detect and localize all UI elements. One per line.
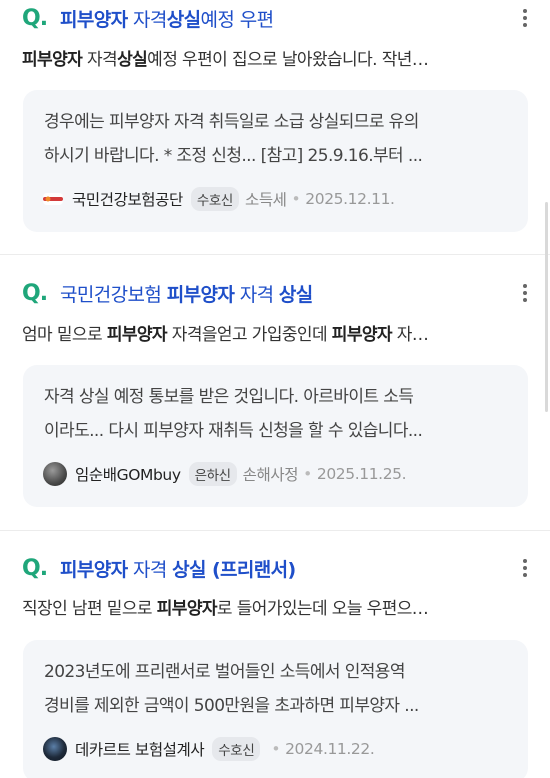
title-part: 피부양자 (166, 283, 235, 306)
snippet-part: 예정 우편이 집으로 날아왔습니다. 작년… (147, 50, 429, 70)
snippet-part: 자격을얻고 가입중인데 (166, 325, 332, 345)
answer-text: 자격 상실 예정 통보를 받은 것입니다. 아르바이트 소득 이라도... 다시… (44, 380, 510, 448)
answer-line: 하시기 바랍니다. * 조정 신청... [참고] 25.9.16.부터 ... (44, 146, 423, 166)
snippet-part: 피부양자 (156, 599, 218, 619)
snippet-part: 상실 (117, 50, 148, 70)
snippet-part: 직장인 남편 밑으로 (22, 599, 157, 619)
result-title[interactable]: 국민건강보험 피부양자 자격 상실 (60, 280, 313, 307)
answer-line: 경우에는 피부양자 자격 취득일로 소급 상실되므로 유의 (44, 112, 419, 132)
title-part: 상실 (172, 558, 206, 581)
snippet-part: 엄마 밑으로 (22, 325, 107, 345)
title-part: 상실 (166, 8, 201, 31)
answer-line: 이라도... 다시 피부양자 재취득 신청을 할 수 있습니다... (44, 421, 423, 441)
author-badge: 수호신 (190, 187, 239, 211)
title-part: 상실 (278, 283, 313, 306)
title-part: (프리랜서) (205, 558, 296, 581)
author-row: 국민건강보험공단 수호신 소득세 • 2025.12.11. (43, 186, 395, 212)
answer-preview-box[interactable]: 자격 상실 예정 통보를 받은 것입니다. 아르바이트 소득 이라도... 다시… (23, 365, 528, 507)
title-part: 자격 (127, 8, 167, 31)
answer-preview-box[interactable]: 경우에는 피부양자 자격 취득일로 소급 상실되므로 유의 하시기 바랍니다. … (23, 90, 528, 232)
title-part: 피부양자 (60, 8, 128, 31)
divider (0, 530, 550, 531)
separator-dot: • (291, 190, 301, 208)
scrollbar[interactable] (545, 202, 548, 412)
title-part: 국민건강보험 (60, 283, 167, 306)
result-title[interactable]: 피부양자 자격 상실 (프리랜서) (60, 555, 296, 582)
snippet-part: 피부양자 (106, 325, 168, 345)
result-title[interactable]: 피부양자 자격상실예정 우편 (60, 5, 275, 32)
avatar (43, 462, 67, 486)
result-snippet[interactable]: 엄마 밑으로 피부양자 자격을얻고 가입중인데 피부양자 자… (22, 320, 524, 345)
snippet-part: 자격 (82, 50, 118, 70)
snippet-part: 자… (391, 325, 429, 345)
title-part: 자격 (127, 558, 173, 581)
answer-date: 2025.11.25. (316, 465, 407, 483)
snippet-part: 로 들어가있는데 오늘 우편으… (216, 599, 429, 619)
avatar (43, 737, 67, 761)
answer-line: 2023년도에 프리랜서로 벌어들인 소득에서 인적용역 (44, 662, 405, 682)
title-part: 자격 (234, 283, 279, 306)
separator-dot: • (271, 740, 281, 758)
answer-date: 2025.12.11. (305, 190, 395, 208)
author-name[interactable]: 데카르트 보험설계사 (75, 738, 205, 760)
title-part: 피부양자 (60, 558, 128, 581)
qna-q-icon: Q. (22, 5, 48, 31)
author-name[interactable]: 국민건강보험공단 (72, 188, 183, 210)
separator-dot: • (303, 465, 312, 483)
author-badge: 수호신 (212, 737, 261, 761)
answer-category: 소득세 (244, 191, 287, 209)
answer-text: 경우에는 피부양자 자격 취득일로 소급 상실되므로 유의 하시기 바랍니다. … (44, 105, 510, 173)
result-snippet[interactable]: 피부양자 자격상실예정 우편이 집으로 날아왔습니다. 작년… (22, 45, 524, 70)
more-options-icon[interactable] (520, 279, 530, 307)
author-badge: 은하신 (188, 462, 237, 486)
author-row: 임순배GOMbuy 은하신 손해사정 • 2025.11.25. (43, 461, 407, 487)
snippet-part: 피부양자 (22, 50, 83, 70)
snippet-part: 피부양자 (331, 325, 393, 345)
nhis-logo-icon (43, 193, 63, 205)
title-part: 예정 우편 (200, 8, 275, 31)
result-snippet[interactable]: 직장인 남편 밑으로 피부양자로 들어가있는데 오늘 우편으… (22, 594, 524, 619)
answer-text: 2023년도에 프리랜서로 벌어들인 소득에서 인적용역 경비를 제외한 금액이… (44, 655, 510, 723)
author-row: 데카르트 보험설계사 수호신 • 2024.11.22. (43, 736, 375, 762)
divider (0, 254, 550, 255)
answer-preview-box[interactable]: 2023년도에 프리랜서로 벌어들인 소득에서 인적용역 경비를 제외한 금액이… (23, 640, 528, 778)
result-title-row[interactable]: Q. 피부양자 자격상실예정 우편 (22, 0, 530, 36)
result-title-row[interactable]: Q. 국민건강보험 피부양자 자격 상실 (22, 275, 530, 311)
answer-date: 2024.11.22. (285, 740, 375, 758)
more-options-icon[interactable] (520, 4, 530, 32)
qna-q-icon: Q. (22, 280, 48, 306)
author-name[interactable]: 임순배GOMbuy (75, 463, 181, 485)
answer-line: 자격 상실 예정 통보를 받은 것입니다. 아르바이트 소득 (44, 387, 414, 407)
answer-category: 손해사정 (242, 466, 299, 484)
result-title-row[interactable]: Q. 피부양자 자격 상실 (프리랜서) (22, 550, 530, 586)
qna-q-icon: Q. (22, 555, 48, 581)
answer-line: 경비를 제외한 금액이 500만원을 초과하면 피부양자 ... (44, 696, 419, 716)
more-options-icon[interactable] (520, 554, 530, 582)
